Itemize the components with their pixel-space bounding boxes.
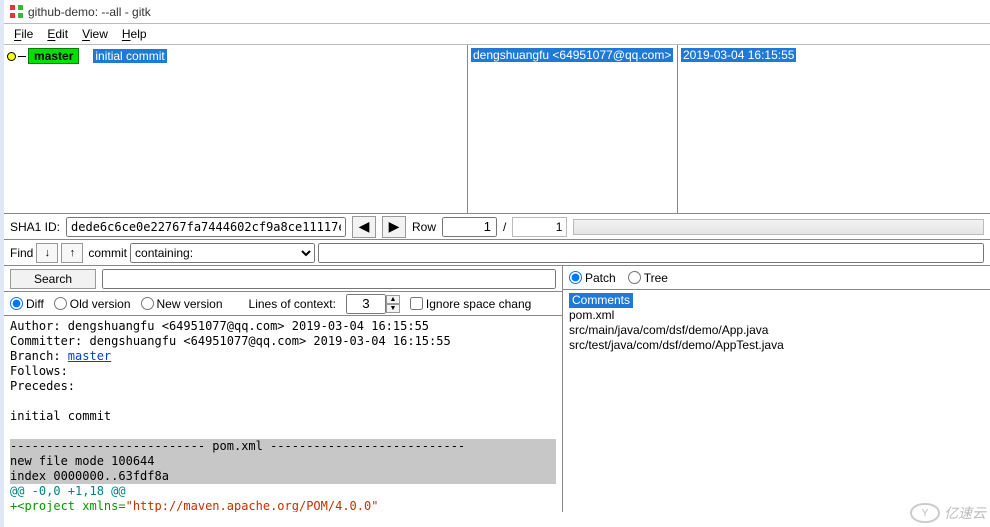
- ignore-space-checkbox-input[interactable]: [410, 297, 423, 310]
- menu-edit[interactable]: Edit: [47, 27, 68, 41]
- menu-view[interactable]: View: [82, 27, 108, 41]
- sha-row: SHA1 ID: ◀ ▶ Row / 1: [4, 214, 990, 240]
- file-separator: --------------------------- pom.xml ----…: [10, 439, 556, 454]
- lower-left: Search Diff Old version New version Line…: [4, 266, 563, 512]
- history-panel[interactable]: master initial commit: [4, 45, 468, 213]
- file-list-header[interactable]: Comments: [569, 293, 633, 308]
- patch-radio-input[interactable]: [569, 271, 582, 284]
- menu-bar: File Edit View Help: [4, 24, 990, 45]
- sha-label: SHA1 ID:: [10, 220, 60, 234]
- commit-date: 2019-03-04 16:15:55: [681, 48, 796, 62]
- graph-edge: [18, 56, 26, 57]
- detail-follows: Follows:: [10, 364, 556, 379]
- tree-radio[interactable]: Tree: [628, 271, 668, 285]
- old-version-radio[interactable]: Old version: [54, 297, 131, 311]
- search-input[interactable]: [102, 269, 556, 289]
- row-label: Row: [412, 220, 436, 234]
- row-total: 1: [512, 217, 567, 237]
- file-list-item[interactable]: src/test/java/com/dsf/demo/AppTest.java: [569, 338, 984, 353]
- detail-branch: Branch: master: [10, 349, 556, 364]
- commit-subject: initial commit: [93, 49, 166, 63]
- find-match-select[interactable]: containing:: [130, 243, 315, 263]
- added-line: +<project xmlns="http://maven.apache.org…: [10, 499, 556, 512]
- title-bar: github-demo: --all - gitk: [4, 0, 990, 24]
- commit-node-icon: [7, 52, 16, 61]
- lines-of-context-label: Lines of context:: [249, 297, 336, 311]
- tree-radio-input[interactable]: [628, 271, 641, 284]
- commit-author: dengshuangfu <64951077@qq.com>: [471, 48, 673, 62]
- branch-tag: master: [28, 48, 79, 64]
- spin-up-icon[interactable]: ▲: [386, 295, 400, 304]
- index-line: index 0000000..63fdf8a: [10, 469, 556, 484]
- row-current-input[interactable]: [442, 217, 497, 237]
- patch-radio[interactable]: Patch: [569, 271, 616, 285]
- search-button[interactable]: Search: [10, 269, 96, 289]
- horizontal-scrollbar[interactable]: [573, 219, 984, 235]
- find-input[interactable]: [318, 243, 984, 263]
- upper-panels: master initial commit dengshuangfu <6495…: [4, 45, 990, 214]
- new-file-mode: new file mode 100644: [10, 454, 556, 469]
- detail-author: Author: dengshuangfu <64951077@qq.com> 2…: [10, 319, 556, 334]
- search-toolbar: Search: [4, 266, 562, 292]
- lines-of-context-spinner[interactable]: ▲ ▼: [346, 294, 400, 314]
- diff-options-toolbar: Diff Old version New version Lines of co…: [4, 292, 562, 316]
- spin-down-icon[interactable]: ▼: [386, 304, 400, 313]
- ignore-space-checkbox[interactable]: Ignore space chang: [410, 297, 531, 311]
- nav-next-button[interactable]: ▶: [382, 216, 406, 238]
- find-row: Find ↓ ↑ commit containing:: [4, 240, 990, 266]
- menu-file[interactable]: File: [14, 27, 33, 41]
- author-panel[interactable]: dengshuangfu <64951077@qq.com>: [468, 45, 678, 213]
- row-separator: /: [503, 220, 506, 234]
- new-version-radio-input[interactable]: [141, 297, 154, 310]
- find-prev-button[interactable]: ↑: [61, 243, 83, 263]
- sha-input[interactable]: [66, 217, 346, 237]
- nav-prev-button[interactable]: ◀: [352, 216, 376, 238]
- lines-of-context-input[interactable]: [346, 294, 386, 314]
- diff-radio[interactable]: Diff: [10, 297, 44, 311]
- diff-radio-input[interactable]: [10, 297, 23, 310]
- find-next-button[interactable]: ↓: [36, 243, 58, 263]
- app-icon: [10, 5, 24, 19]
- diff-pane[interactable]: Author: dengshuangfu <64951077@qq.com> 2…: [4, 316, 562, 512]
- file-list[interactable]: Comments pom.xml src/main/java/com/dsf/d…: [563, 290, 990, 356]
- old-version-radio-input[interactable]: [54, 297, 67, 310]
- menu-help[interactable]: Help: [122, 27, 147, 41]
- detail-message: initial commit: [10, 409, 556, 424]
- detail-committer: Committer: dengshuangfu <64951077@qq.com…: [10, 334, 556, 349]
- window-title: github-demo: --all - gitk: [28, 5, 151, 19]
- lower-panels: Search Diff Old version New version Line…: [4, 266, 990, 512]
- new-version-radio[interactable]: New version: [141, 297, 223, 311]
- file-list-item[interactable]: src/main/java/com/dsf/demo/App.java: [569, 323, 984, 338]
- date-panel[interactable]: 2019-03-04 16:15:55: [678, 45, 990, 213]
- file-list-item[interactable]: pom.xml: [569, 308, 984, 323]
- branch-link[interactable]: master: [68, 349, 111, 363]
- commit-row[interactable]: master initial commit: [7, 48, 464, 64]
- lower-right: Patch Tree Comments pom.xml src/main/jav…: [563, 266, 990, 512]
- patch-tree-toolbar: Patch Tree: [563, 266, 990, 290]
- hunk-header: @@ -0,0 +1,18 @@: [10, 484, 556, 499]
- find-mode: commit: [88, 246, 127, 260]
- find-label: Find: [10, 246, 33, 260]
- detail-precedes: Precedes:: [10, 379, 556, 394]
